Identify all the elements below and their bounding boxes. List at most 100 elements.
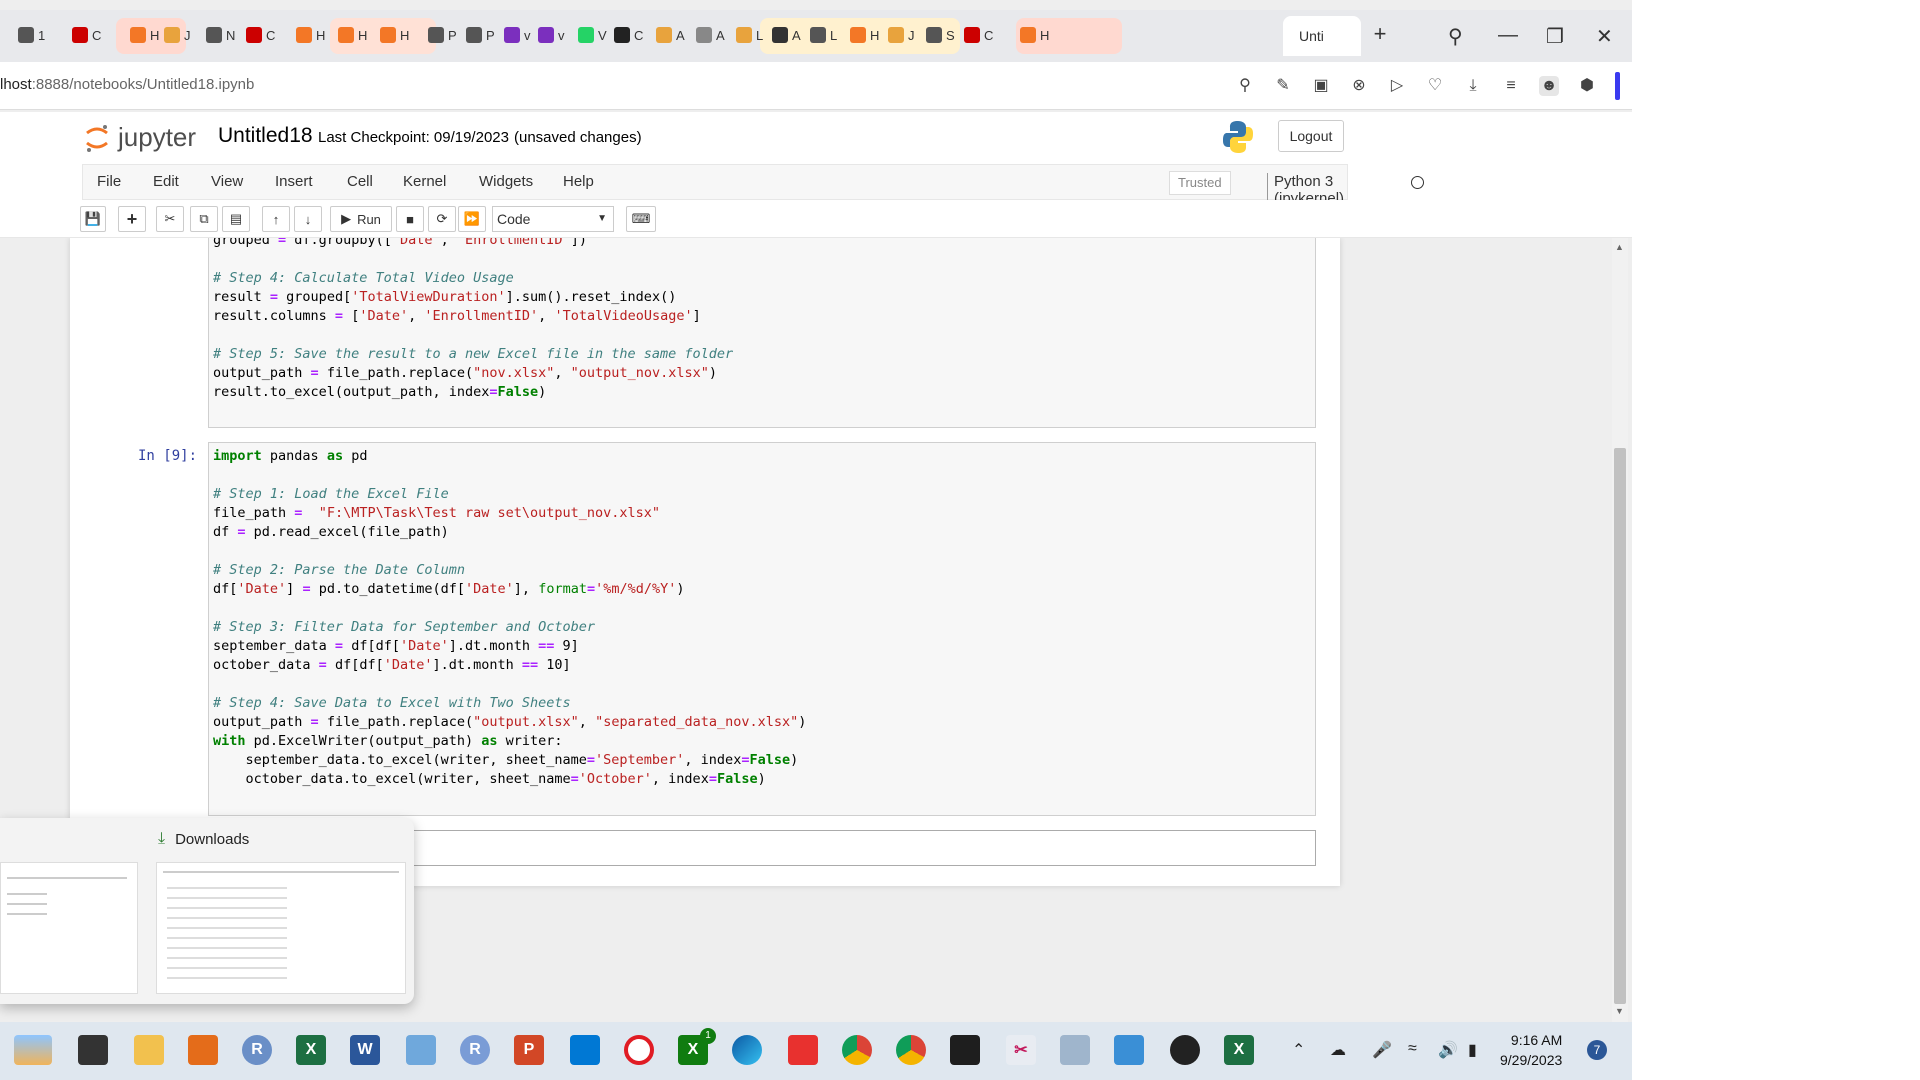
snipping-tool-icon[interactable]: ✂	[1006, 1035, 1036, 1065]
interrupt-button[interactable]: ■	[396, 206, 424, 232]
window-thumbnail-2[interactable]	[156, 862, 406, 994]
menu-widgets[interactable]: Widgets	[479, 173, 533, 190]
chatgpt-icon[interactable]	[1170, 1035, 1200, 1065]
photos-icon[interactable]	[1060, 1035, 1090, 1065]
browser-tab[interactable]: v	[538, 16, 565, 54]
chrome-icon[interactable]	[842, 1035, 872, 1065]
search-tabs-icon[interactable]: ⚲	[1448, 24, 1463, 49]
menu-help[interactable]: Help	[563, 173, 594, 190]
code-cell-2-input[interactable]: import pandas as pd # Step 1: Load the E…	[209, 443, 1315, 789]
browser-tab[interactable]: N	[206, 16, 235, 54]
copy-button[interactable]: ⧉	[190, 206, 218, 232]
code-cell-1[interactable]: grouped = df.groupby(['Date', 'Enrollmen…	[208, 238, 1316, 428]
powerpoint-icon[interactable]: P	[514, 1035, 544, 1065]
matlab-icon[interactable]	[188, 1035, 218, 1065]
browser-tab[interactable]: J	[164, 16, 191, 54]
browser-tab[interactable]: C	[72, 16, 101, 54]
control-panel-icon[interactable]	[406, 1035, 436, 1065]
edit-icon[interactable]: ✎	[1273, 76, 1293, 96]
file-explorer-icon[interactable]	[134, 1035, 164, 1065]
close-window-button[interactable]: ✕	[1596, 24, 1613, 49]
code-cell-1-input[interactable]: grouped = df.groupby(['Date', 'Enrollmen…	[209, 238, 1315, 402]
browser-tab[interactable]: C	[614, 16, 643, 54]
volume-icon[interactable]: 🔊	[1438, 1040, 1458, 1060]
tray-chevron-icon[interactable]: ⌃	[1292, 1040, 1305, 1060]
scrollbar-thumb[interactable]	[1614, 448, 1626, 1004]
cut-button[interactable]: ✂	[156, 206, 184, 232]
browser-tab[interactable]: C	[964, 16, 993, 54]
browser-tab[interactable]: 1	[18, 16, 45, 54]
zoom-icon[interactable]: ⚲	[1235, 76, 1255, 96]
browser-tab[interactable]: H	[380, 16, 409, 54]
opera-icon[interactable]	[624, 1035, 654, 1065]
move-down-button[interactable]: ↓	[294, 206, 322, 232]
browser-tab[interactable]: A	[656, 16, 685, 54]
download-icon[interactable]: ⤓	[1463, 76, 1483, 96]
taskbar-clock[interactable]: 9:16 AM 9/29/2023	[1500, 1030, 1562, 1070]
jupyter-logo[interactable]: jupyter	[84, 122, 196, 153]
heart-icon[interactable]: ♡	[1425, 76, 1445, 96]
scroll-up-icon[interactable]: ▲	[1615, 242, 1624, 252]
browser-tab[interactable]: P	[428, 16, 457, 54]
menu-file[interactable]: File	[97, 173, 121, 190]
profile-icon[interactable]: ☻	[1539, 76, 1559, 96]
minimize-button[interactable]: —	[1498, 24, 1518, 47]
browser-tab[interactable]: H	[130, 16, 159, 54]
restart-button[interactable]: ⟳	[428, 206, 456, 232]
wifi-icon[interactable]: ≈	[1408, 1040, 1417, 1058]
scroll-down-icon[interactable]: ▼	[1615, 1006, 1624, 1016]
r-studio-icon[interactable]: R	[242, 1035, 272, 1065]
browser-tab[interactable]: C	[246, 16, 275, 54]
command-palette-button[interactable]: ⌨	[626, 206, 656, 232]
browser-tab[interactable]: v	[504, 16, 531, 54]
active-tab[interactable]: Unti	[1283, 16, 1361, 56]
play-icon[interactable]: ▷	[1387, 76, 1407, 96]
word-icon[interactable]: W	[350, 1035, 380, 1065]
browser-tab[interactable]: H	[1020, 16, 1049, 54]
battery-icon[interactable]: ▮	[1468, 1040, 1477, 1060]
notebook-title[interactable]: Untitled18	[218, 124, 313, 148]
menu-insert[interactable]: Insert	[275, 173, 313, 190]
browser-tab[interactable]: H	[850, 16, 879, 54]
restore-button[interactable]: ❐	[1546, 24, 1564, 49]
browser-tab[interactable]: V	[578, 16, 607, 54]
excel-icon-2[interactable]: X	[1224, 1035, 1254, 1065]
downloads-taskbar-preview[interactable]: ⤓ Downloads	[0, 818, 414, 1004]
run-button[interactable]: ▶ Run	[330, 206, 392, 232]
menu-view[interactable]: View	[211, 173, 243, 190]
cell-type-select[interactable]: Code ▼	[492, 206, 614, 232]
microphone-icon[interactable]: 🎤	[1372, 1040, 1392, 1060]
new-tab-button[interactable]: +	[1370, 23, 1390, 45]
onedrive-icon[interactable]: ☁	[1330, 1040, 1346, 1060]
browser-tab[interactable]: A	[772, 16, 801, 54]
excel-icon[interactable]: X	[296, 1035, 326, 1065]
url-field[interactable]: lhost:8888/notebooks/Untitled18.ipynb	[0, 76, 254, 93]
move-up-button[interactable]: ↑	[262, 206, 290, 232]
logout-button[interactable]: Logout	[1278, 120, 1344, 152]
cube-icon[interactable]: ⬢	[1577, 76, 1597, 96]
acrobat-icon[interactable]	[788, 1035, 818, 1065]
browser-tab[interactable]: A	[696, 16, 725, 54]
camera-icon[interactable]: ▣	[1311, 76, 1331, 96]
menu-edit[interactable]: Edit	[153, 173, 179, 190]
browser-tab[interactable]: S	[926, 16, 955, 54]
restart-run-all-button[interactable]: ⏩	[458, 206, 486, 232]
chrome-profile-icon[interactable]	[896, 1035, 926, 1065]
insert-cell-button[interactable]: +	[118, 206, 146, 232]
code-cell-2[interactable]: import pandas as pd # Step 1: Load the E…	[208, 442, 1316, 816]
terminal-icon[interactable]	[950, 1035, 980, 1065]
notebook-scrollbar[interactable]: ▲ ▼	[1612, 238, 1628, 1022]
microsoft-store-icon[interactable]	[570, 1035, 600, 1065]
task-view-icon[interactable]	[78, 1035, 108, 1065]
browser-tab[interactable]: L	[736, 16, 763, 54]
browser-tab[interactable]: L	[810, 16, 837, 54]
r-icon[interactable]: R	[460, 1035, 490, 1065]
browser-tab[interactable]: P	[466, 16, 495, 54]
notepad-icon[interactable]	[1114, 1035, 1144, 1065]
paste-button[interactable]: ▤	[222, 206, 250, 232]
save-button[interactable]: 💾	[80, 206, 106, 232]
weather-widget-icon[interactable]	[14, 1035, 52, 1065]
browser-tab[interactable]: H	[338, 16, 367, 54]
browser-tab[interactable]: J	[888, 16, 915, 54]
edge-icon[interactable]	[732, 1035, 762, 1065]
